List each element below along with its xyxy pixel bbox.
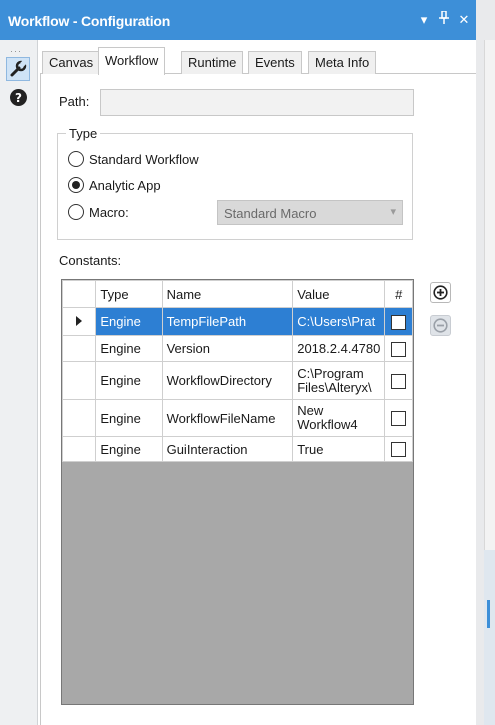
table-row[interactable]: Engine GuiInteraction True [62, 436, 413, 462]
table-header-row: Type Name Value # [62, 280, 413, 308]
canvas-edge-lower [484, 550, 495, 725]
number-checkbox[interactable] [391, 373, 407, 389]
cell-number[interactable] [384, 307, 413, 336]
chevron-down-icon: ▾ [390, 206, 396, 218]
tab-events[interactable]: Events [248, 51, 302, 74]
number-checkbox[interactable] [391, 411, 407, 427]
row-header[interactable] [62, 307, 97, 336]
close-icon[interactable]: ✕ [458, 12, 470, 28]
window-title: Workflow - Configuration [8, 13, 171, 29]
radio-label: Macro: [89, 204, 129, 220]
table-row[interactable]: Engine WorkflowDirectory C:\Program Files… [62, 361, 413, 400]
right-edge [476, 0, 495, 725]
tab-strip: Canvas Workflow Runtime Events Meta Info [40, 47, 476, 75]
cell-name[interactable]: WorkflowFileName [161, 399, 294, 437]
remove-circle-icon [433, 318, 448, 333]
row-header[interactable] [62, 436, 97, 462]
canvas-edge [484, 40, 495, 550]
radio-analytic-app[interactable]: Analytic App [68, 177, 161, 193]
cell-name[interactable]: Version [161, 335, 294, 362]
cell-value[interactable]: C:\Users\Prat [292, 307, 386, 336]
row-header[interactable] [62, 399, 97, 437]
value-line: Workflow4 [297, 417, 358, 432]
title-bar: Workflow - Configuration ▾ ✕ [0, 0, 476, 40]
table-row[interactable]: Engine TempFilePath C:\Users\Prat [62, 307, 413, 336]
macro-select-value: Standard Macro [224, 206, 317, 221]
cell-name[interactable]: GuiInteraction [161, 436, 294, 462]
add-constant-button[interactable] [430, 282, 451, 303]
value-line: Files\Alteryx\ [297, 379, 372, 395]
radio-button[interactable] [68, 151, 84, 167]
number-checkbox[interactable] [391, 442, 407, 458]
left-toolbar: ··· ? [0, 40, 38, 725]
column-header-name[interactable]: Name [161, 280, 294, 308]
cell-type[interactable]: Engine [95, 361, 163, 400]
cell-type[interactable]: Engine [95, 335, 163, 362]
row-header[interactable] [62, 361, 97, 400]
cell-value[interactable]: True [292, 436, 386, 462]
cell-name[interactable]: TempFilePath [161, 307, 294, 336]
wrench-icon[interactable] [6, 57, 30, 81]
help-icon[interactable]: ? [10, 89, 27, 106]
cell-name[interactable]: WorkflowDirectory [161, 361, 294, 400]
column-header-number[interactable]: # [384, 280, 413, 308]
add-circle-icon [433, 285, 448, 300]
cell-value[interactable]: New Workflow4 [292, 399, 386, 437]
cell-number[interactable] [384, 335, 413, 362]
cell-number[interactable] [384, 361, 413, 400]
column-header-value[interactable]: Value [292, 280, 386, 308]
dropdown-icon[interactable]: ▾ [418, 12, 430, 28]
row-header[interactable] [62, 335, 97, 362]
table-row[interactable]: Engine WorkflowFileName New Workflow4 [62, 399, 413, 437]
radio-button[interactable] [68, 204, 84, 220]
radio-button[interactable] [68, 177, 84, 193]
constants-table: Type Name Value # Engine TempFilePath C:… [62, 280, 413, 462]
row-header-corner [62, 280, 97, 308]
column-header-type[interactable]: Type [95, 280, 163, 308]
window-controls: ▾ ✕ [418, 10, 470, 28]
tab-runtime[interactable]: Runtime [181, 51, 244, 74]
cell-number[interactable] [384, 436, 413, 462]
radio-macro[interactable]: Macro: [68, 204, 129, 220]
remove-constant-button[interactable] [430, 315, 451, 336]
radio-label: Standard Workflow [89, 151, 199, 167]
radio-standard-workflow[interactable]: Standard Workflow [68, 151, 199, 167]
path-field[interactable] [100, 89, 414, 116]
number-checkbox[interactable] [391, 341, 407, 357]
value-line: New [297, 403, 324, 418]
tab-canvas[interactable]: Canvas [42, 51, 101, 74]
number-checkbox[interactable] [391, 314, 407, 330]
tab-meta-info[interactable]: Meta Info [308, 51, 377, 74]
cell-type[interactable]: Engine [95, 436, 163, 462]
constants-label: Constants: [59, 253, 122, 268]
grip-handle[interactable]: ··· [10, 46, 22, 56]
value-line: C:\Program [297, 365, 364, 381]
table-row[interactable]: Engine Version 2018.2.4.4780 [62, 335, 413, 362]
cell-value[interactable]: 2018.2.4.4780 [292, 335, 386, 362]
cell-number[interactable] [384, 399, 413, 437]
pin-icon[interactable] [438, 10, 450, 28]
current-row-icon [76, 316, 83, 326]
type-legend: Type [66, 126, 101, 141]
tab-workflow[interactable]: Workflow [98, 47, 166, 75]
path-label: Path: [59, 94, 90, 109]
radio-label: Analytic App [89, 177, 161, 193]
cell-type[interactable]: Engine [95, 399, 163, 437]
canvas-edge-marker [487, 600, 490, 628]
cell-type[interactable]: Engine [95, 307, 163, 336]
macro-type-select[interactable]: Standard Macro ▾ [217, 200, 403, 225]
cell-value[interactable]: C:\Program Files\Alteryx\ [292, 361, 386, 400]
constants-grid[interactable]: Type Name Value # Engine TempFilePath C:… [61, 279, 414, 705]
